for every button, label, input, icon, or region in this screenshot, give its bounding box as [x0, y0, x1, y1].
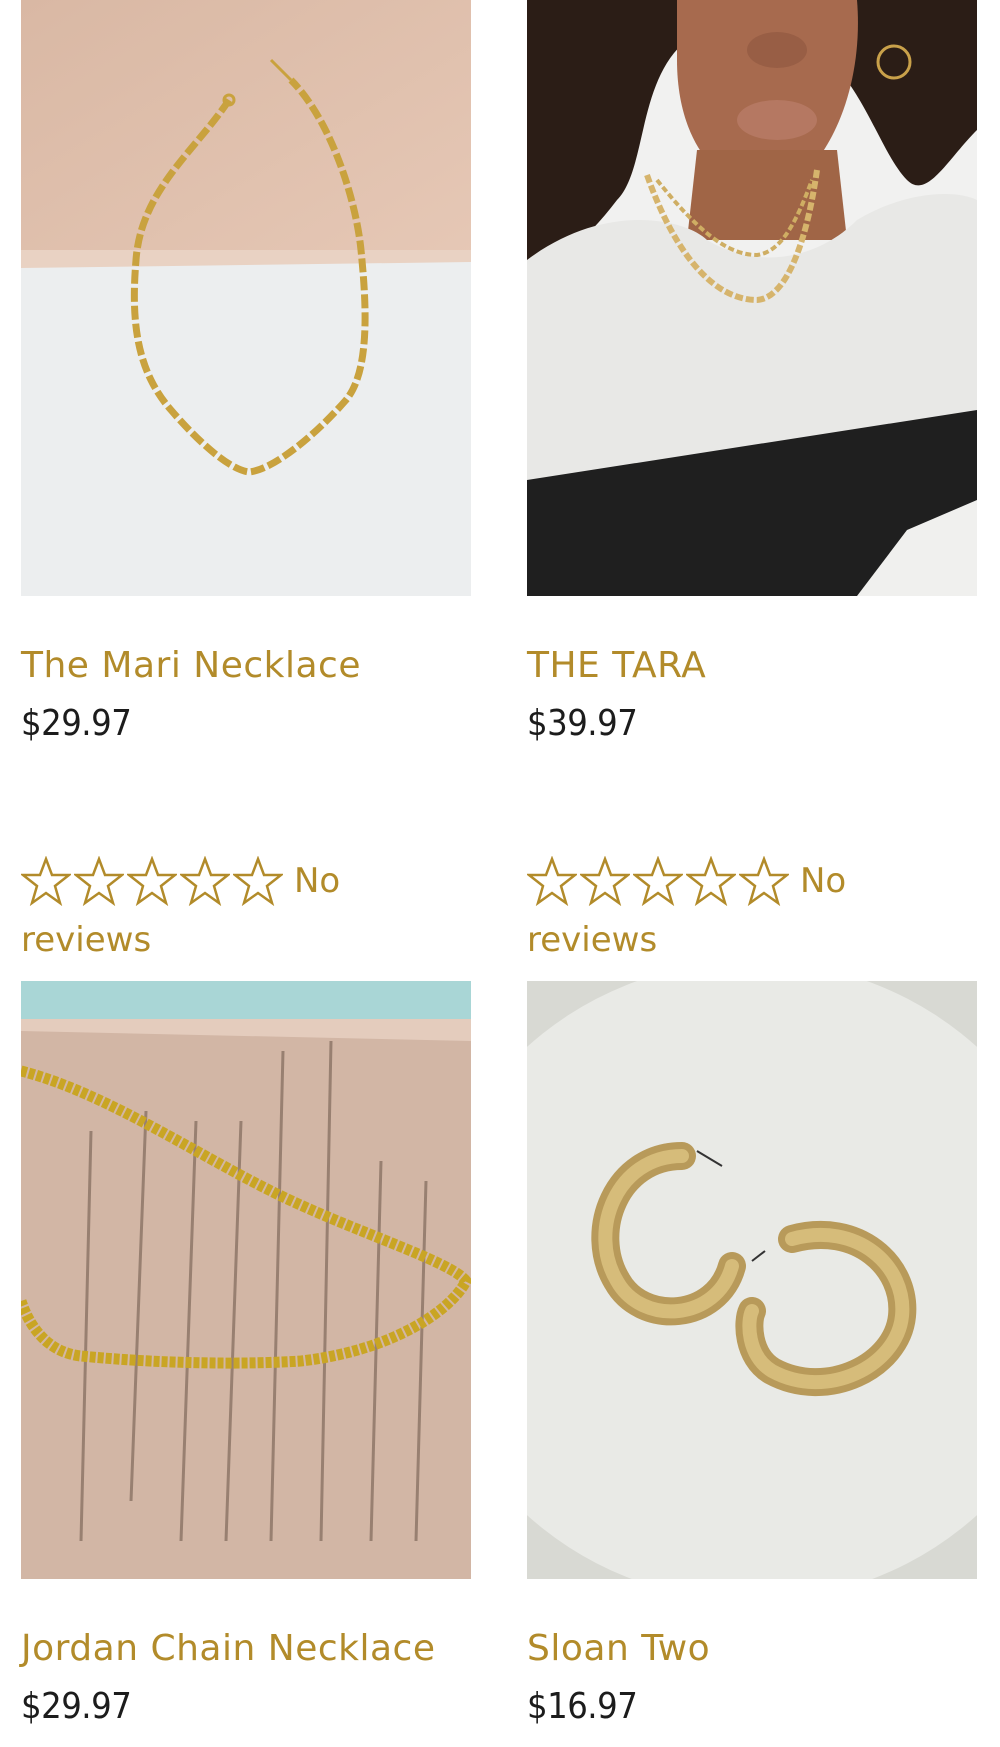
product-price: $29.97 [21, 703, 132, 744]
star-outline-icon [580, 856, 630, 906]
star-outline-icon [21, 856, 71, 906]
review-count-label: reviews [527, 920, 658, 960]
star-outline-icon [739, 856, 789, 906]
review-count-label: No [800, 861, 847, 901]
product-card[interactable]: The Mari Necklace $29.97 [21, 0, 471, 746]
product-card[interactable]: THE TARA $39.97 [527, 0, 977, 746]
review-count-label: reviews [21, 920, 152, 960]
product-price: $39.97 [527, 703, 638, 744]
product-price: $16.97 [527, 1686, 638, 1727]
star-outline-icon [527, 856, 577, 906]
product-title[interactable]: THE TARA [527, 644, 977, 688]
product-rating[interactable]: No reviews [21, 855, 361, 963]
star-outline-icon [74, 856, 124, 906]
rating-stars: No [21, 855, 361, 907]
product-image[interactable] [21, 0, 471, 596]
star-outline-icon [180, 856, 230, 906]
star-outline-icon [633, 856, 683, 906]
product-price: $29.97 [21, 1686, 132, 1727]
product-card[interactable]: Sloan Two $16.97 [527, 981, 977, 1729]
product-image[interactable] [527, 0, 977, 596]
product-card[interactable]: Jordan Chain Necklace $29.97 [21, 981, 471, 1729]
product-image[interactable] [527, 981, 977, 1579]
product-title[interactable]: The Mari Necklace [21, 644, 471, 688]
star-outline-icon [686, 856, 736, 906]
product-image[interactable] [21, 981, 471, 1579]
product-rating[interactable]: No reviews [527, 855, 867, 963]
product-title[interactable]: Jordan Chain Necklace [21, 1627, 471, 1671]
product-title[interactable]: Sloan Two [527, 1627, 977, 1671]
star-outline-icon [127, 856, 177, 906]
product-grid: The Mari Necklace $29.97 THE TARA $39.97… [0, 0, 1000, 1747]
star-outline-icon [233, 856, 283, 906]
rating-stars: No [527, 855, 867, 907]
review-count-label: No [294, 861, 341, 901]
